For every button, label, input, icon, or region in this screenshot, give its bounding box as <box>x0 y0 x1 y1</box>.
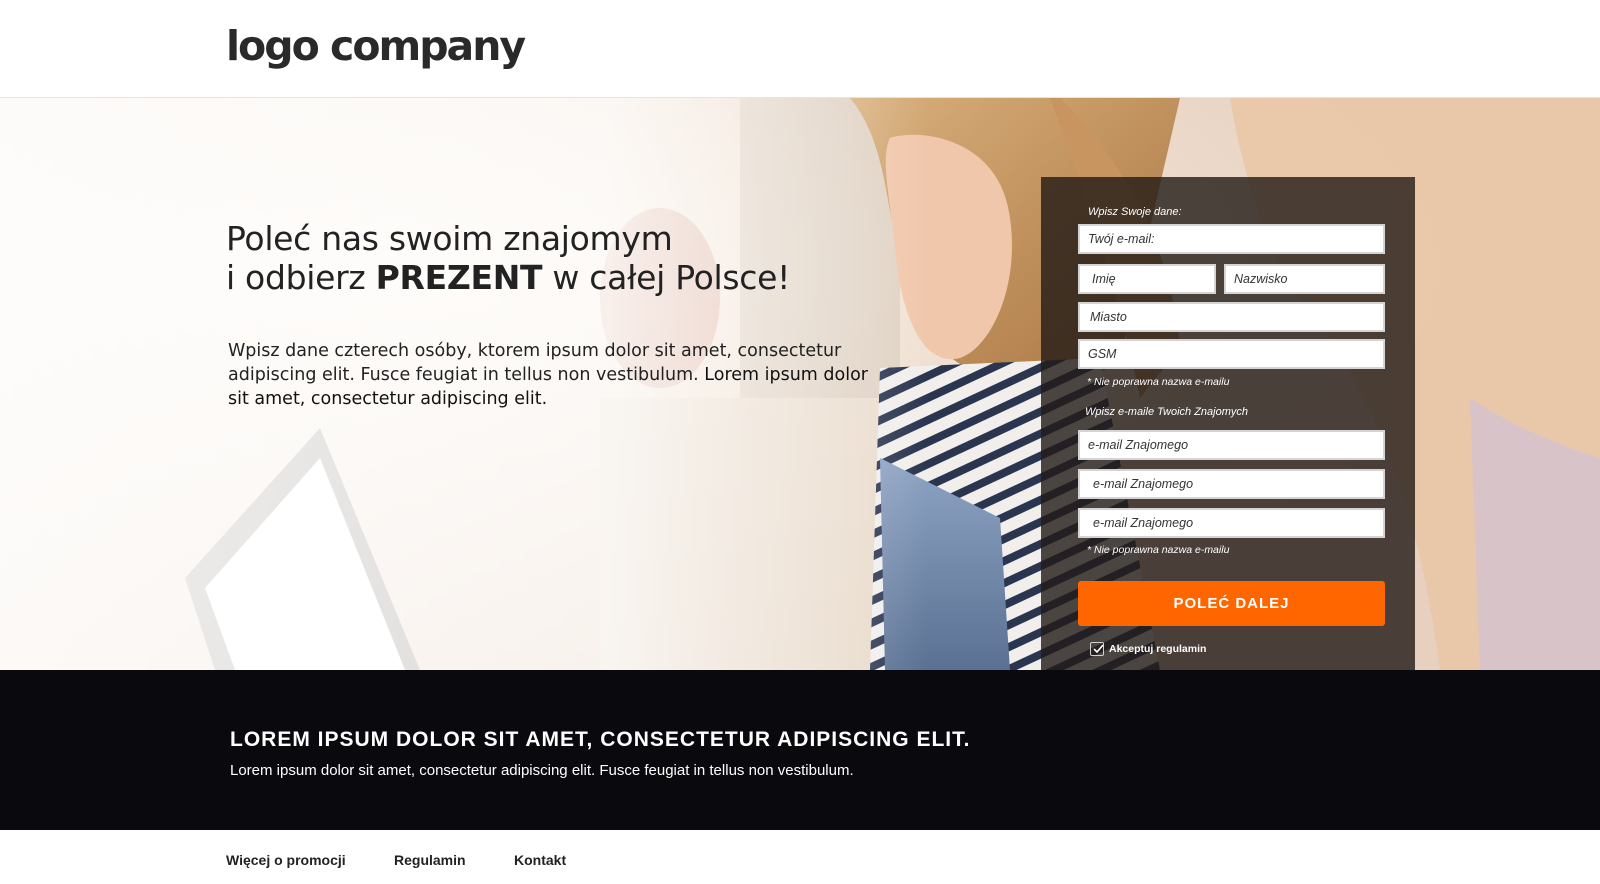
own-data-label: Wpisz Swoje dane: <box>1088 206 1182 218</box>
hero-intro-text: Wpisz dane czterech osóby, ktorem ipsum … <box>228 339 868 411</box>
friend-email-field-1[interactable]: e-mail Znajomego <box>1078 430 1385 460</box>
referral-form: Wpisz Swoje dane: Twój e-mail: Imię Nazw… <box>1041 177 1415 670</box>
submit-referral-button[interactable]: POLEĆ DALEJ <box>1078 581 1385 626</box>
last-name-field[interactable]: Nazwisko <box>1224 264 1385 294</box>
company-logo[interactable]: logo company <box>226 18 526 74</box>
terms-label[interactable]: Akceptuj regulamin <box>1109 642 1206 656</box>
hero-headline: Poleć nas swoim znajomym i odbierz PREZE… <box>226 219 790 297</box>
footer-link-terms[interactable]: Regulamin <box>394 852 466 868</box>
first-name-field[interactable]: Imię <box>1078 264 1216 294</box>
friend-email-field-3[interactable]: e-mail Znajomego <box>1078 508 1385 538</box>
city-field[interactable]: Miasto <box>1078 302 1385 332</box>
info-band: LOREM IPSUM DOLOR SIT AMET, CONSECTETUR … <box>0 670 1600 830</box>
footer-link-contact[interactable]: Kontakt <box>514 852 566 868</box>
site-footer: Więcej o promocji Regulamin Kontakt <box>0 830 1600 884</box>
headline-prefix: i odbierz <box>226 258 376 297</box>
phone-field[interactable]: GSM <box>1078 339 1385 369</box>
footer-link-promo[interactable]: Więcej o promocji <box>226 852 346 868</box>
headline-highlight: PREZENT <box>375 258 543 297</box>
checkmark-icon <box>1093 644 1104 654</box>
friend-email-field-2[interactable]: e-mail Znajomego <box>1078 469 1385 499</box>
headline-line-1: Poleć nas swoim znajomym <box>226 219 673 258</box>
band-title: LOREM IPSUM DOLOR SIT AMET, CONSECTETUR … <box>230 728 971 751</box>
headline-line-2: i odbierz PREZENT w całej Polsce! <box>226 258 790 297</box>
email-field[interactable]: Twój e-mail: <box>1078 224 1385 254</box>
friends-error-message: * Nie poprawna nazwa e-mailu <box>1087 544 1230 556</box>
email-error-message: * Nie poprawna nazwa e-mailu <box>1087 376 1230 388</box>
friends-label: Wpisz e-maile Twoich Znajomych <box>1085 406 1249 418</box>
headline-suffix: w całej Polsce! <box>542 258 791 297</box>
site-header: logo company <box>0 0 1600 98</box>
terms-checkbox[interactable] <box>1090 642 1104 656</box>
band-text: Lorem ipsum dolor sit amet, consectetur … <box>230 762 854 779</box>
hero-section: Poleć nas swoim znajomym i odbierz PREZE… <box>0 98 1600 670</box>
